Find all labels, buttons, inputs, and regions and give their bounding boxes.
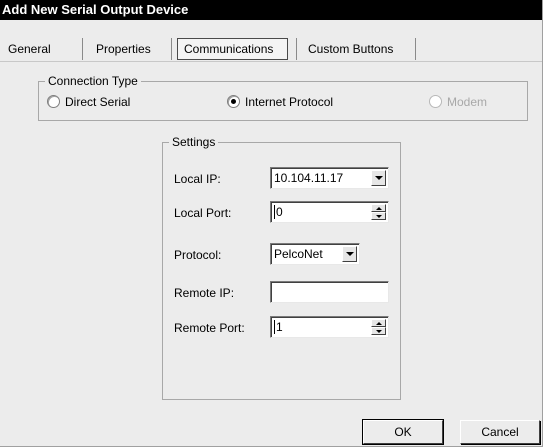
radio-button-icon [47,95,60,108]
radio-button-icon [429,95,442,108]
tab-separator [171,38,172,60]
connection-type-legend: Connection Type [45,74,141,88]
protocol-select[interactable]: PelcoNet [270,243,360,265]
tab-custom-buttons[interactable]: Custom Buttons [308,38,393,60]
radio-modem-label: Modem [447,95,488,109]
tab-general[interactable]: General [8,38,51,60]
spin-buttons [371,204,386,220]
local-port-stepper[interactable]: 0 [270,201,389,223]
remote-ip-label: Remote IP: [174,286,235,300]
connection-type-group: Connection Type Direct Serial Internet P… [38,74,528,121]
title-bar[interactable]: Add New Serial Output Device [0,0,542,20]
remote-ip-input[interactable] [270,281,389,303]
spin-down-icon[interactable] [371,327,386,335]
radio-internet-protocol[interactable]: Internet Protocol [227,94,333,110]
text-caret [274,205,275,219]
settings-group: Settings Local IP: 10.104.11.17 Local Po… [162,135,401,400]
radio-button-checked-icon [227,95,240,108]
local-ip-label: Local IP: [174,172,221,186]
local-port-label: Local Port: [174,206,232,220]
spin-down-icon[interactable] [371,212,386,220]
protocol-label: Protocol: [174,248,222,262]
tab-properties[interactable]: Properties [96,38,151,60]
radio-modem: Modem [429,94,487,110]
local-ip-value: 10.104.11.17 [274,171,344,185]
tab-separator [82,38,83,60]
tab-separator [415,38,416,60]
spin-up-icon[interactable] [371,319,386,327]
text-caret [274,320,275,334]
tab-bar: General Properties Communications Custom… [0,20,542,62]
ok-button[interactable]: OK [362,419,444,445]
tab-separator [296,38,297,60]
local-port-value: 0 [276,205,283,219]
tab-communications[interactable]: Communications [177,38,288,60]
settings-legend: Settings [169,135,219,149]
spin-up-icon[interactable] [371,204,386,212]
radio-internet-protocol-label: Internet Protocol [245,95,334,109]
spin-buttons [371,319,386,335]
remote-port-stepper[interactable]: 1 [270,316,389,338]
window-title: Add New Serial Output Device [2,2,189,17]
cancel-button[interactable]: Cancel [460,420,540,444]
chevron-down-icon[interactable] [371,170,386,186]
remote-port-label: Remote Port: [174,321,245,335]
local-ip-select[interactable]: 10.104.11.17 [270,167,389,189]
remote-port-value: 1 [276,320,283,334]
radio-direct-serial-label: Direct Serial [65,95,131,109]
dialog-window: Add New Serial Output Device General Pro… [0,0,543,447]
chevron-down-icon[interactable] [342,246,357,262]
protocol-value: PelcoNet [274,247,323,261]
radio-direct-serial[interactable]: Direct Serial [47,94,130,110]
